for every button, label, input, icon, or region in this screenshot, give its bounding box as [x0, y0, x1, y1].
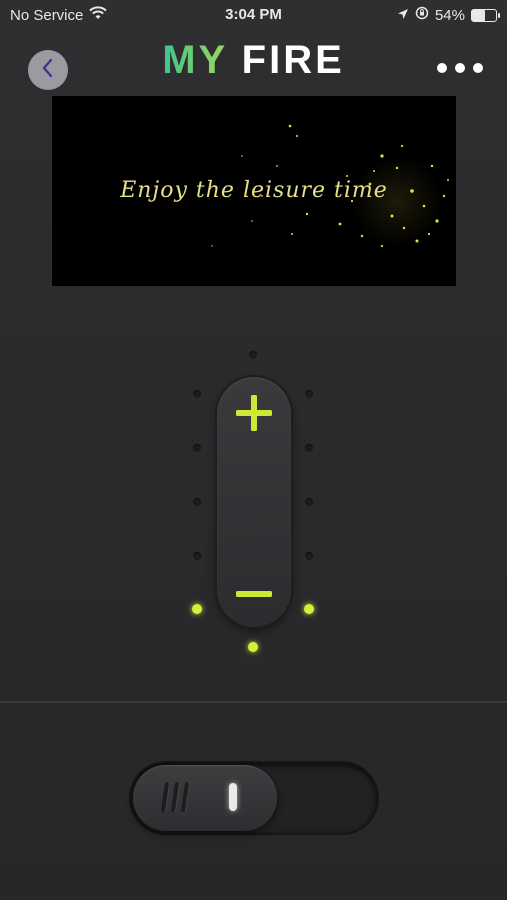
- increase-flame-button[interactable]: [217, 385, 291, 445]
- more-dot: [473, 63, 483, 73]
- status-right: 54%: [397, 6, 500, 24]
- section-divider: [0, 701, 507, 703]
- level-dot: [193, 552, 201, 560]
- battery-icon: [471, 8, 500, 22]
- toggle-indicator-light: [229, 783, 237, 811]
- preview-caption: Enjoy the leisure time: [120, 178, 388, 203]
- level-dot: [193, 444, 201, 452]
- level-dot: [305, 498, 313, 506]
- location-arrow-icon: [397, 7, 409, 24]
- level-dot: [305, 444, 313, 452]
- level-dot-active: [248, 642, 258, 652]
- level-dot: [249, 351, 257, 359]
- title-my: MY: [162, 38, 228, 82]
- plus-icon: [234, 393, 274, 438]
- level-dot: [193, 498, 201, 506]
- level-dot: [193, 390, 201, 398]
- grip-lines-icon: [160, 782, 190, 812]
- more-options-button[interactable]: [437, 58, 483, 78]
- battery-fill: [472, 9, 485, 21]
- status-bar: No Service 3:04 PM 54%: [0, 0, 507, 30]
- app-screen: No Service 3:04 PM 54% MY FIRE Enjoy the…: [0, 0, 507, 900]
- minus-icon: [234, 586, 274, 604]
- more-dot: [455, 63, 465, 73]
- video-preview[interactable]: Enjoy the leisure time: [52, 96, 456, 286]
- app-title: MY FIRE: [0, 38, 507, 83]
- toggle-knob[interactable]: [133, 765, 277, 831]
- level-dot-active: [192, 604, 202, 614]
- title-fire: FIRE: [241, 38, 345, 82]
- level-dot: [305, 390, 313, 398]
- level-dot: [305, 552, 313, 560]
- screen-lock-rotation-icon: [415, 6, 429, 24]
- level-dot-active: [304, 604, 314, 614]
- decrease-flame-button[interactable]: [217, 565, 291, 625]
- battery-percent: 54%: [434, 6, 465, 24]
- more-dot: [437, 63, 447, 73]
